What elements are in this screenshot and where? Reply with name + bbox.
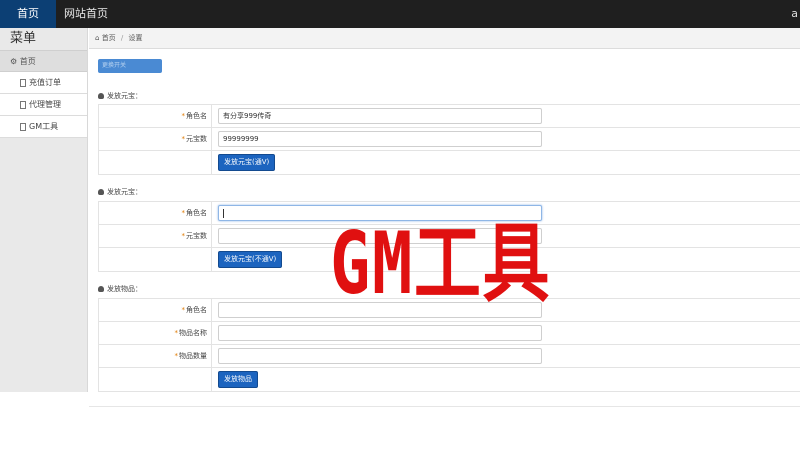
send-gold-nonv-button[interactable]: 发放元宝(不通V) bbox=[218, 251, 283, 268]
user-icon bbox=[98, 286, 104, 292]
section-title: 发放物品： bbox=[98, 284, 142, 294]
nav-tab-home[interactable]: 首页 bbox=[0, 0, 56, 28]
field-label: *角色名 bbox=[99, 202, 212, 225]
sidebar-item-label: 充值订单 bbox=[29, 78, 61, 87]
user-menu[interactable]: a bbox=[791, 0, 798, 28]
breadcrumb: ⌂ 首页 / 设置 bbox=[89, 28, 800, 49]
field-label: *元宝数 bbox=[99, 128, 212, 151]
gear-icon: ⚙ bbox=[10, 57, 18, 66]
divider bbox=[89, 406, 800, 407]
field-label: *物品名称 bbox=[99, 322, 212, 345]
field-label: *物品数量 bbox=[99, 345, 212, 368]
field-label bbox=[99, 248, 212, 271]
top-navbar: 首页 网站首页 a bbox=[0, 0, 800, 28]
form-row: *物品数量 bbox=[99, 345, 800, 368]
toggle-switch-button[interactable]: 更换开关 bbox=[98, 59, 162, 73]
section-title: 发放元宝： bbox=[98, 187, 142, 197]
document-icon bbox=[20, 122, 26, 131]
sidebar-item-agent-management[interactable]: 代理管理 bbox=[0, 94, 87, 116]
sidebar-item-label: 首页 bbox=[19, 57, 36, 66]
field-label bbox=[99, 151, 212, 174]
user-icon bbox=[98, 93, 104, 99]
gm-tools-overlay-title: GM工具 bbox=[330, 214, 552, 314]
home-icon: ⌂ bbox=[95, 34, 100, 42]
breadcrumb-separator: / bbox=[120, 34, 124, 42]
gold-amount-input[interactable]: 99999999 bbox=[218, 131, 542, 147]
field-label: *元宝数 bbox=[99, 225, 212, 248]
text-caret bbox=[223, 208, 224, 218]
role-name-input[interactable]: 有分享999传奇 bbox=[218, 108, 542, 124]
nav-tab-site-home[interactable]: 网站首页 bbox=[64, 0, 108, 28]
form-row: *角色名 有分享999传奇 bbox=[99, 105, 800, 128]
sidebar: 菜单 ⚙ 首页 充值订单 代理管理 GM工具 bbox=[0, 28, 88, 392]
section-title: 发放元宝： bbox=[98, 91, 142, 101]
document-icon bbox=[20, 100, 26, 109]
sidebar-item-recharge-orders[interactable]: 充值订单 bbox=[0, 72, 87, 94]
document-icon bbox=[20, 78, 26, 87]
breadcrumb-home[interactable]: 首页 bbox=[102, 34, 116, 42]
item-name-input[interactable] bbox=[218, 325, 542, 341]
send-item-button[interactable]: 发放物品 bbox=[218, 371, 258, 388]
sidebar-item-label: GM工具 bbox=[29, 122, 59, 131]
field-label bbox=[99, 368, 212, 391]
sidebar-item-gm-tools[interactable]: GM工具 bbox=[0, 116, 87, 138]
user-icon bbox=[98, 189, 104, 195]
field-label: *角色名 bbox=[99, 299, 212, 322]
form-recharge-gold-v: *角色名 有分享999传奇 *元宝数 99999999 发放元宝(通V) bbox=[98, 104, 800, 175]
item-quantity-input[interactable] bbox=[218, 348, 542, 364]
form-row: 发放物品 bbox=[99, 368, 800, 391]
form-row: 发放元宝(通V) bbox=[99, 151, 800, 174]
sidebar-title: 菜单 bbox=[10, 31, 37, 46]
sidebar-item-label: 代理管理 bbox=[29, 100, 61, 109]
field-label: *角色名 bbox=[99, 105, 212, 128]
form-row: *元宝数 99999999 bbox=[99, 128, 800, 151]
send-gold-v-button[interactable]: 发放元宝(通V) bbox=[218, 154, 276, 171]
sidebar-item-home[interactable]: ⚙ 首页 bbox=[0, 50, 87, 72]
breadcrumb-current: 设置 bbox=[128, 34, 143, 42]
form-row: *物品名称 bbox=[99, 322, 800, 345]
